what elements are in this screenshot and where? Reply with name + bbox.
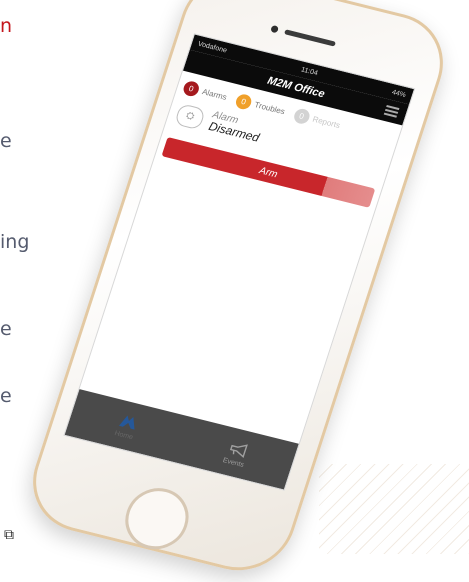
- alarms-count-badge: 0: [181, 79, 201, 98]
- app-screen: Vodafone 11:04 44% M2M Office 0 Alarms 0…: [63, 33, 416, 491]
- reports-count-badge: 0: [291, 107, 312, 126]
- time-label: 11:04: [300, 65, 319, 77]
- menu-icon[interactable]: [383, 105, 400, 118]
- bottom-tab-bar: Home Events: [64, 389, 299, 490]
- troubles-count-badge: 0: [233, 92, 254, 111]
- phone-body: Vodafone 11:04 44% M2M Office 0 Alarms 0…: [18, 0, 458, 582]
- speaker-grille: [284, 29, 337, 47]
- tab-alarms-label: Alarms: [201, 87, 228, 102]
- battery-label: 44%: [391, 88, 407, 99]
- tab-troubles-label: Troubles: [253, 100, 287, 117]
- megaphone-icon: [229, 443, 248, 458]
- home-icon: [118, 414, 135, 430]
- home-button[interactable]: [117, 481, 197, 556]
- tab-reports-label: Reports: [311, 114, 342, 131]
- disarmed-icon: ⛭: [174, 102, 207, 130]
- front-camera-icon: [270, 24, 280, 34]
- phone-mockup: Vodafone 11:04 44% M2M Office 0 Alarms 0…: [0, 0, 469, 582]
- bottom-tab-events[interactable]: Events: [174, 416, 299, 489]
- alarm-text: Alarm Disarmed: [207, 109, 264, 144]
- bottom-tab-home[interactable]: Home: [65, 389, 190, 462]
